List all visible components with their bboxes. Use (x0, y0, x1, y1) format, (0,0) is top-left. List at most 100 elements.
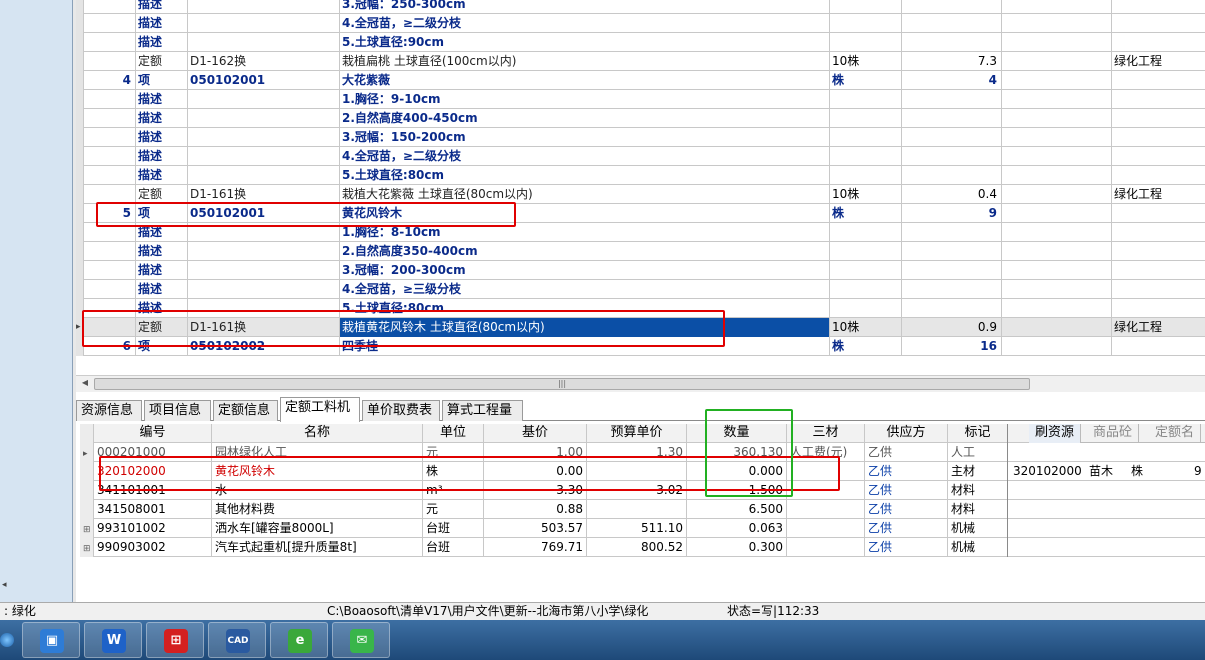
column-header-qty[interactable]: 数量 (687, 424, 787, 443)
taskbar-button-2[interactable]: ⊞ (146, 622, 204, 658)
bill-row[interactable]: 4 项 050102001 大花紫薇株 4 (76, 71, 1205, 90)
cell-cat[interactable] (1112, 128, 1205, 147)
cell-qty[interactable] (902, 33, 1002, 52)
row-expander[interactable]: ⊞ (80, 538, 94, 557)
cell-qty[interactable] (902, 0, 1002, 14)
cell-qty[interactable]: 0.9 (902, 318, 1002, 337)
cell-code[interactable] (188, 242, 340, 261)
cell-unit[interactable]: 元 (423, 500, 484, 519)
cell-code[interactable]: 050102002 (188, 337, 340, 356)
expand-icon[interactable]: ⊞ (83, 525, 91, 535)
cell-code[interactable] (188, 147, 340, 166)
cell-code[interactable]: D1-162换 (188, 52, 340, 71)
cell-name[interactable]: 4.全冠苗，≥三级分枝 (340, 280, 830, 299)
bill-row[interactable]: 6 项 050102002 四季桂株 16 (76, 337, 1205, 356)
taskbar-button-4[interactable]: e (270, 622, 328, 658)
column-header-supplier[interactable]: 供应方 (865, 424, 948, 443)
cell-unit[interactable]: 株 (830, 71, 902, 90)
row-expander[interactable]: ▸ (80, 443, 94, 462)
cell-three[interactable] (787, 500, 865, 519)
cell-name[interactable]: 黄花风铃木 (212, 462, 423, 481)
cell-code[interactable]: 320102000 (94, 462, 212, 481)
taskbar-button-3[interactable]: CAD (208, 622, 266, 658)
cell-seq[interactable]: 6 (84, 337, 136, 356)
cell-mark[interactable]: 材料 (948, 500, 1008, 519)
cell-base[interactable]: 503.57 (484, 519, 587, 538)
cell-base[interactable]: 1.00 (484, 443, 587, 462)
cell-unit[interactable]: 台班 (423, 519, 484, 538)
cell-code[interactable]: 050102001 (188, 71, 340, 90)
cell-cat[interactable]: 绿化工程 (1112, 52, 1205, 71)
side-tab-1[interactable]: 商品砼 (1087, 424, 1140, 443)
cell-code[interactable] (188, 128, 340, 147)
cell-seq[interactable] (84, 299, 136, 318)
cell-qty[interactable]: 360.130 (687, 443, 787, 462)
cell-type[interactable]: 描述 (136, 261, 188, 280)
cell-type[interactable]: 描述 (136, 0, 188, 14)
cell-qty[interactable]: 0.000 (687, 462, 787, 481)
column-header-name[interactable]: 名称 (212, 424, 423, 443)
cell-unit[interactable]: m³ (423, 481, 484, 500)
cell-name[interactable]: 大花紫薇 (340, 71, 830, 90)
cell-qty[interactable] (902, 299, 1002, 318)
tab-3[interactable]: 定额工料机 (280, 397, 360, 422)
cell-cat[interactable] (1112, 147, 1205, 166)
scroll-left-icon[interactable]: ◀ (78, 378, 92, 390)
cell-cat[interactable] (1112, 337, 1205, 356)
bill-row[interactable]: 描述 1.胸径：9-10cm (76, 90, 1205, 109)
bill-row[interactable]: 描述 1.胸径：8-10cm (76, 223, 1205, 242)
cell-cat[interactable]: 绿化工程 (1112, 185, 1205, 204)
cell-supplier[interactable]: 乙供 (865, 443, 948, 462)
cell-seq[interactable] (84, 52, 136, 71)
cell-unit[interactable]: 株 (423, 462, 484, 481)
cell-unit[interactable] (830, 109, 902, 128)
cell-supplier[interactable]: 乙供 (865, 538, 948, 557)
row-expander[interactable] (80, 462, 94, 481)
side-tab-2[interactable]: 定额名 (1149, 424, 1202, 443)
bill-row[interactable]: 描述 5.土球直径:80cm (76, 299, 1205, 318)
cell-qty[interactable]: 6.500 (687, 500, 787, 519)
cell-unit[interactable] (830, 280, 902, 299)
cell-cat[interactable] (1112, 261, 1205, 280)
cell-seq[interactable] (84, 147, 136, 166)
cell-mark[interactable]: 材料 (948, 481, 1008, 500)
bill-row[interactable]: 描述 4.全冠苗，≥三级分枝 (76, 280, 1205, 299)
cell-code[interactable]: D1-161换 (188, 318, 340, 337)
cell-code[interactable] (188, 109, 340, 128)
cell-type[interactable]: 定额 (136, 52, 188, 71)
cell-code[interactable] (188, 0, 340, 14)
column-header-price[interactable]: 预算单价 (587, 424, 687, 443)
cell-unit[interactable]: 10株 (830, 185, 902, 204)
column-header-mark[interactable]: 标记 (948, 424, 1008, 443)
cell-type[interactable]: 描述 (136, 14, 188, 33)
cell-price[interactable]: 3.02 (587, 481, 687, 500)
cell-unit[interactable] (830, 242, 902, 261)
cell-name[interactable]: 栽植扁桃 土球直径(100cm以内) (340, 52, 830, 71)
cell-seq[interactable] (84, 166, 136, 185)
cell-cat[interactable] (1112, 71, 1205, 90)
cell-seq[interactable] (84, 90, 136, 109)
cell-cat[interactable] (1112, 109, 1205, 128)
cell-unit[interactable]: 株 (830, 204, 902, 223)
bill-row[interactable]: 描述 3.冠幅：250-300cm (76, 0, 1205, 14)
cell-qty[interactable] (902, 280, 1002, 299)
cell-cat[interactable] (1112, 299, 1205, 318)
cell-unit[interactable]: 10株 (830, 318, 902, 337)
column-header-base[interactable]: 基价 (484, 424, 587, 443)
cell-type[interactable]: 描述 (136, 33, 188, 52)
cell-cat[interactable] (1112, 223, 1205, 242)
cell-unit[interactable]: 株 (830, 337, 902, 356)
cell-unit[interactable] (830, 223, 902, 242)
cell-unit[interactable] (830, 33, 902, 52)
cell-qty[interactable]: 0.4 (902, 185, 1002, 204)
cell-qty[interactable] (902, 128, 1002, 147)
cell-name[interactable]: 3.冠幅：250-300cm (340, 0, 830, 14)
cell-type[interactable]: 项 (136, 337, 188, 356)
cell-qty[interactable] (902, 147, 1002, 166)
cell-name[interactable]: 栽植黄花风铃木 土球直径(80cm以内) (340, 318, 830, 337)
cell-mark[interactable]: 机械 (948, 538, 1008, 557)
cell-supplier[interactable]: 乙供 (865, 519, 948, 538)
cell-three[interactable] (787, 538, 865, 557)
cell-code[interactable]: D1-161换 (188, 185, 340, 204)
cell-seq[interactable] (84, 261, 136, 280)
